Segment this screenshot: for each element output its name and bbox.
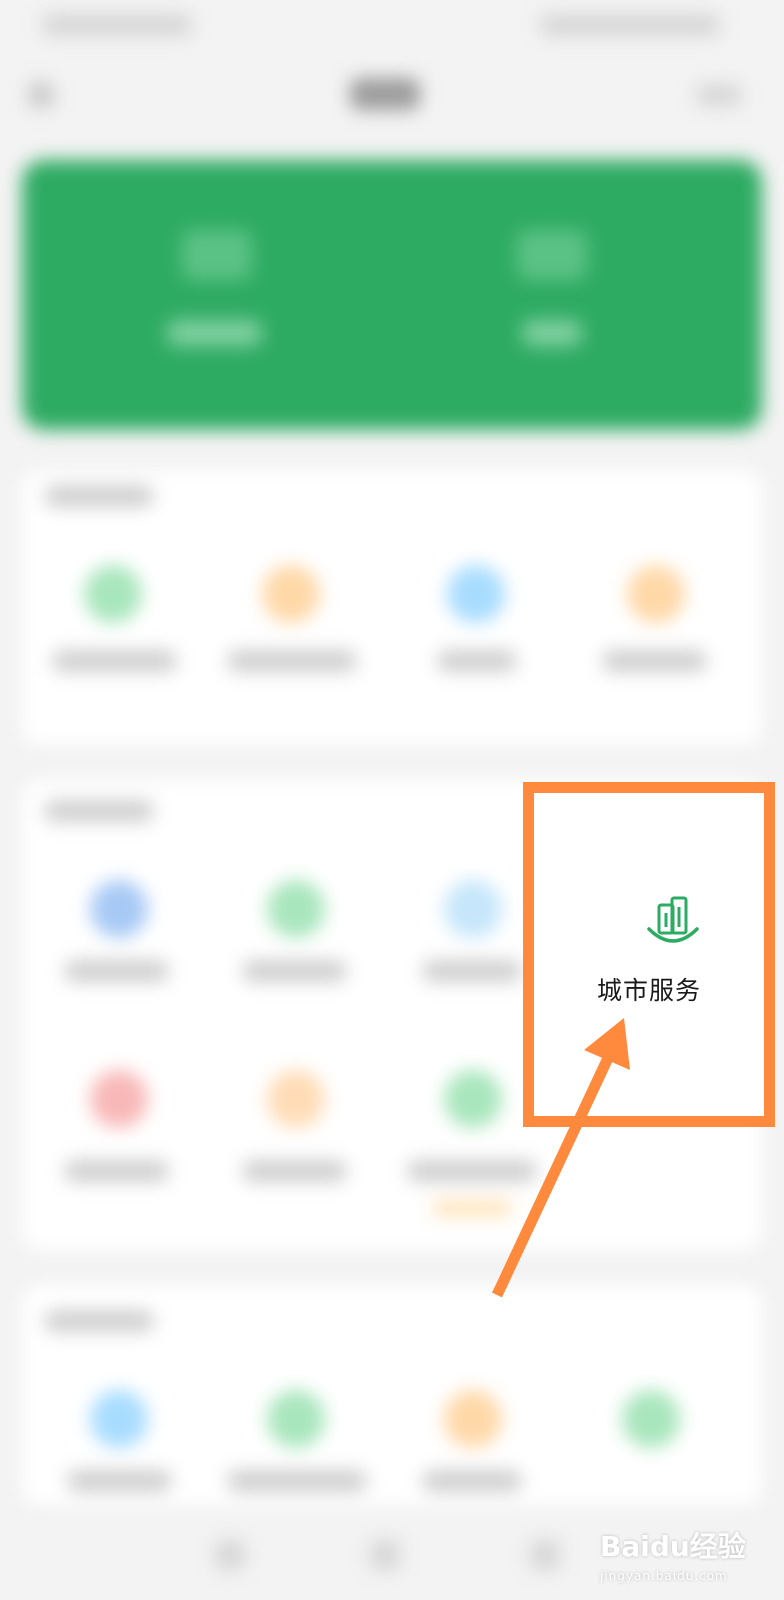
service-label bbox=[52, 650, 177, 672]
service-icon[interactable] bbox=[622, 1390, 680, 1448]
section-1-title bbox=[44, 485, 154, 507]
service-section-3 bbox=[22, 1285, 762, 1505]
city-service-highlight[interactable]: 城市服务 bbox=[523, 782, 775, 1127]
service-label bbox=[422, 960, 522, 982]
back-icon[interactable] bbox=[28, 82, 54, 108]
summary-card bbox=[22, 160, 762, 430]
service-label bbox=[64, 1160, 169, 1182]
service-icon[interactable] bbox=[267, 1070, 325, 1128]
section-2-title bbox=[44, 800, 154, 822]
more-icon[interactable] bbox=[696, 84, 742, 106]
service-icon[interactable] bbox=[267, 1390, 325, 1448]
baidu-watermark: Baidu经验 jingyan.baidu.com bbox=[600, 1525, 784, 1595]
summary-label-right bbox=[522, 320, 582, 346]
badge bbox=[432, 1200, 512, 1216]
service-icon[interactable] bbox=[627, 565, 685, 623]
service-label bbox=[64, 960, 169, 982]
service-icon[interactable] bbox=[447, 565, 505, 623]
section-3-title bbox=[44, 1310, 154, 1332]
summary-label-left bbox=[167, 320, 262, 346]
service-icon[interactable] bbox=[444, 1070, 502, 1128]
service-label bbox=[242, 1160, 347, 1182]
service-icon[interactable] bbox=[90, 1390, 148, 1448]
watermark-url: jingyan.baidu.com bbox=[600, 1569, 728, 1583]
service-icon[interactable] bbox=[444, 880, 502, 938]
service-label bbox=[407, 1160, 537, 1182]
service-icon[interactable] bbox=[90, 880, 148, 938]
service-label bbox=[242, 960, 347, 982]
service-icon[interactable] bbox=[84, 565, 142, 623]
service-icon[interactable] bbox=[444, 1390, 502, 1448]
tab-icon[interactable] bbox=[530, 1540, 560, 1570]
city-buildings-icon bbox=[647, 896, 699, 943]
service-label bbox=[227, 1470, 367, 1492]
summary-value-right bbox=[517, 230, 587, 280]
service-label bbox=[602, 650, 707, 672]
service-icon[interactable] bbox=[267, 880, 325, 938]
service-icon[interactable] bbox=[90, 1070, 148, 1128]
service-section-1 bbox=[22, 470, 762, 745]
tab-icon[interactable] bbox=[370, 1540, 400, 1570]
page-title bbox=[350, 78, 420, 110]
city-service-label: 城市服务 bbox=[596, 976, 701, 1005]
tab-icon[interactable] bbox=[215, 1540, 245, 1570]
service-label bbox=[227, 650, 357, 672]
summary-value-left bbox=[182, 230, 252, 280]
status-bar-right bbox=[540, 14, 720, 36]
watermark-brand: Baidu经验 bbox=[600, 1530, 746, 1563]
service-label bbox=[422, 1470, 522, 1492]
service-icon[interactable] bbox=[262, 565, 320, 623]
service-label bbox=[67, 1470, 172, 1492]
status-bar-left bbox=[42, 14, 192, 36]
service-label bbox=[437, 650, 517, 672]
